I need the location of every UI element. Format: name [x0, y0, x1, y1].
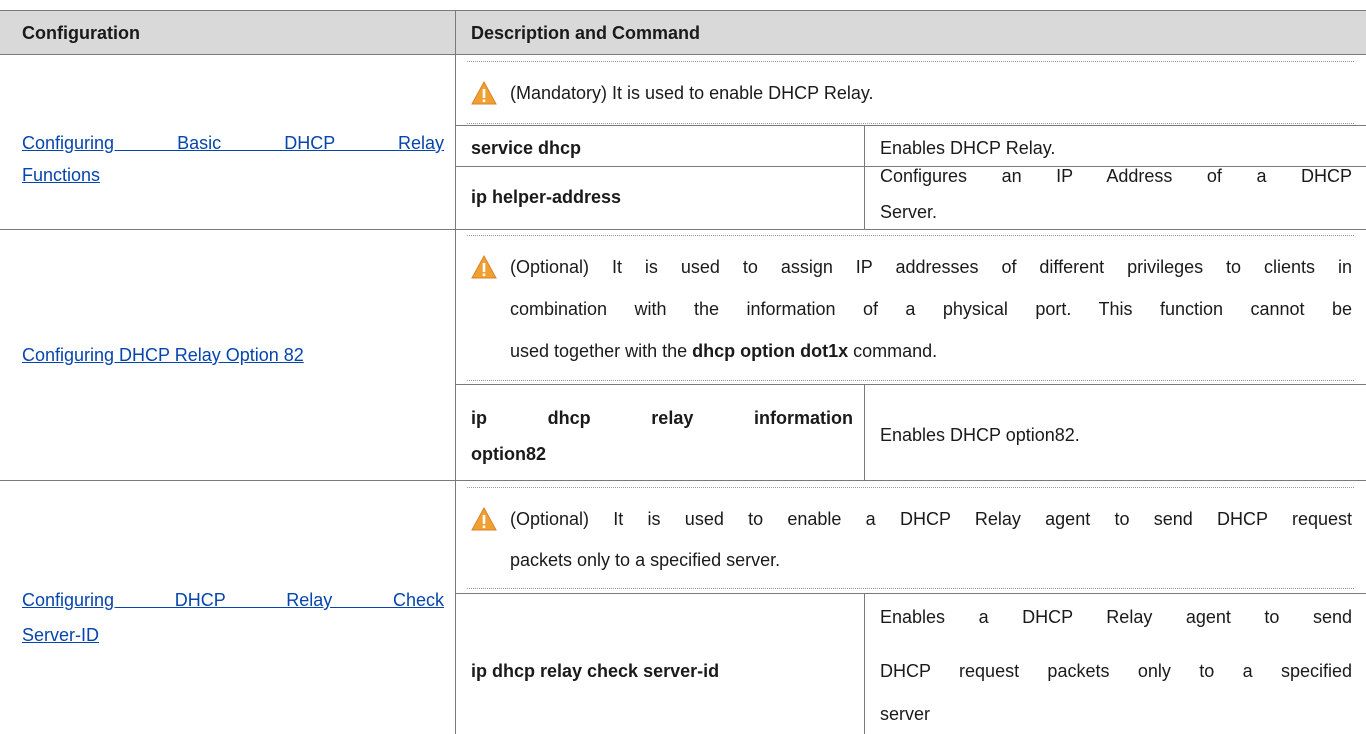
- section3-note-line2: packets only to a specified server.: [510, 550, 781, 570]
- command-ip-helper-address: ip helper-address: [471, 187, 622, 207]
- command-service-dhcp: service dhcp: [471, 138, 582, 158]
- description-enables-relay-agent-line3: server: [880, 704, 931, 724]
- section-border: [0, 229, 1366, 230]
- command-ip-dhcp-relay-check-server-id: ip dhcp relay check server-id: [471, 661, 720, 681]
- command-column-divider: [864, 125, 865, 229]
- link-configuring-dhcp-relay-option-82[interactable]: Configuring DHCP Relay Option 82: [22, 338, 304, 372]
- dotted-rule: [467, 235, 1354, 236]
- description-enables-dhcp-option82: Enables DHCP option82.: [880, 425, 1080, 445]
- row-border: [456, 593, 1366, 594]
- config-table: Configuration Description and Command (M…: [0, 0, 1366, 734]
- link-configuring-dhcp-relay-check-server-id[interactable]: Configuring DHCP Relay Check: [22, 583, 444, 617]
- description-enables-relay-agent-line2: DHCP request packets only to a specified: [880, 661, 1352, 681]
- header-description-command: Description and Command: [471, 23, 701, 43]
- command-option82: option82: [471, 444, 546, 464]
- link-configuring-basic-dhcp-relay-functions[interactable]: Configuring Basic DHCP Relay: [22, 126, 444, 160]
- description-configures-ip-address-cont: Server.: [880, 202, 938, 222]
- table-top-border: [0, 10, 1366, 11]
- link-configuring-dhcp-relay-check-server-id-cont[interactable]: Server-ID: [22, 618, 99, 652]
- dotted-rule: [467, 123, 1354, 124]
- row-border: [456, 125, 1366, 126]
- warning-icon: [471, 255, 497, 279]
- command-column-divider: [864, 593, 865, 734]
- section2-note-line1: (Optional) It is used to assign IP addre…: [510, 257, 1352, 277]
- section1-note: (Mandatory) It is used to enable DHCP Re…: [510, 83, 874, 103]
- header-bottom-border: [0, 54, 1366, 55]
- description-configures-ip-address: Configures an IP Address of a DHCP: [880, 166, 1352, 186]
- dotted-rule: [467, 380, 1354, 381]
- section2-note-line2: combination with the information of a ph…: [510, 299, 1352, 319]
- command-column-divider: [864, 384, 865, 480]
- row-border: [456, 384, 1366, 385]
- warning-icon: [471, 507, 497, 531]
- warning-icon: [471, 81, 497, 105]
- inline-command-dhcp-option-dot1x: dhcp option dot1x: [692, 341, 849, 361]
- section3-note-line1: (Optional) It is used to enable a DHCP R…: [510, 509, 1352, 529]
- dotted-rule: [467, 588, 1354, 589]
- dotted-rule: [467, 487, 1354, 488]
- header-configuration: Configuration: [22, 23, 140, 43]
- description-enables-relay-agent-line1: Enables a DHCP Relay agent to send: [880, 607, 1352, 627]
- section-border: [0, 480, 1366, 481]
- column-divider: [455, 10, 456, 734]
- dotted-rule: [467, 61, 1354, 62]
- link-configuring-basic-dhcp-relay-functions-cont[interactable]: Functions: [22, 158, 100, 192]
- section2-note-line3: used together with the dhcp option dot1x…: [510, 341, 938, 361]
- command-ip-dhcp-relay-information: ip dhcp relay information: [471, 408, 853, 428]
